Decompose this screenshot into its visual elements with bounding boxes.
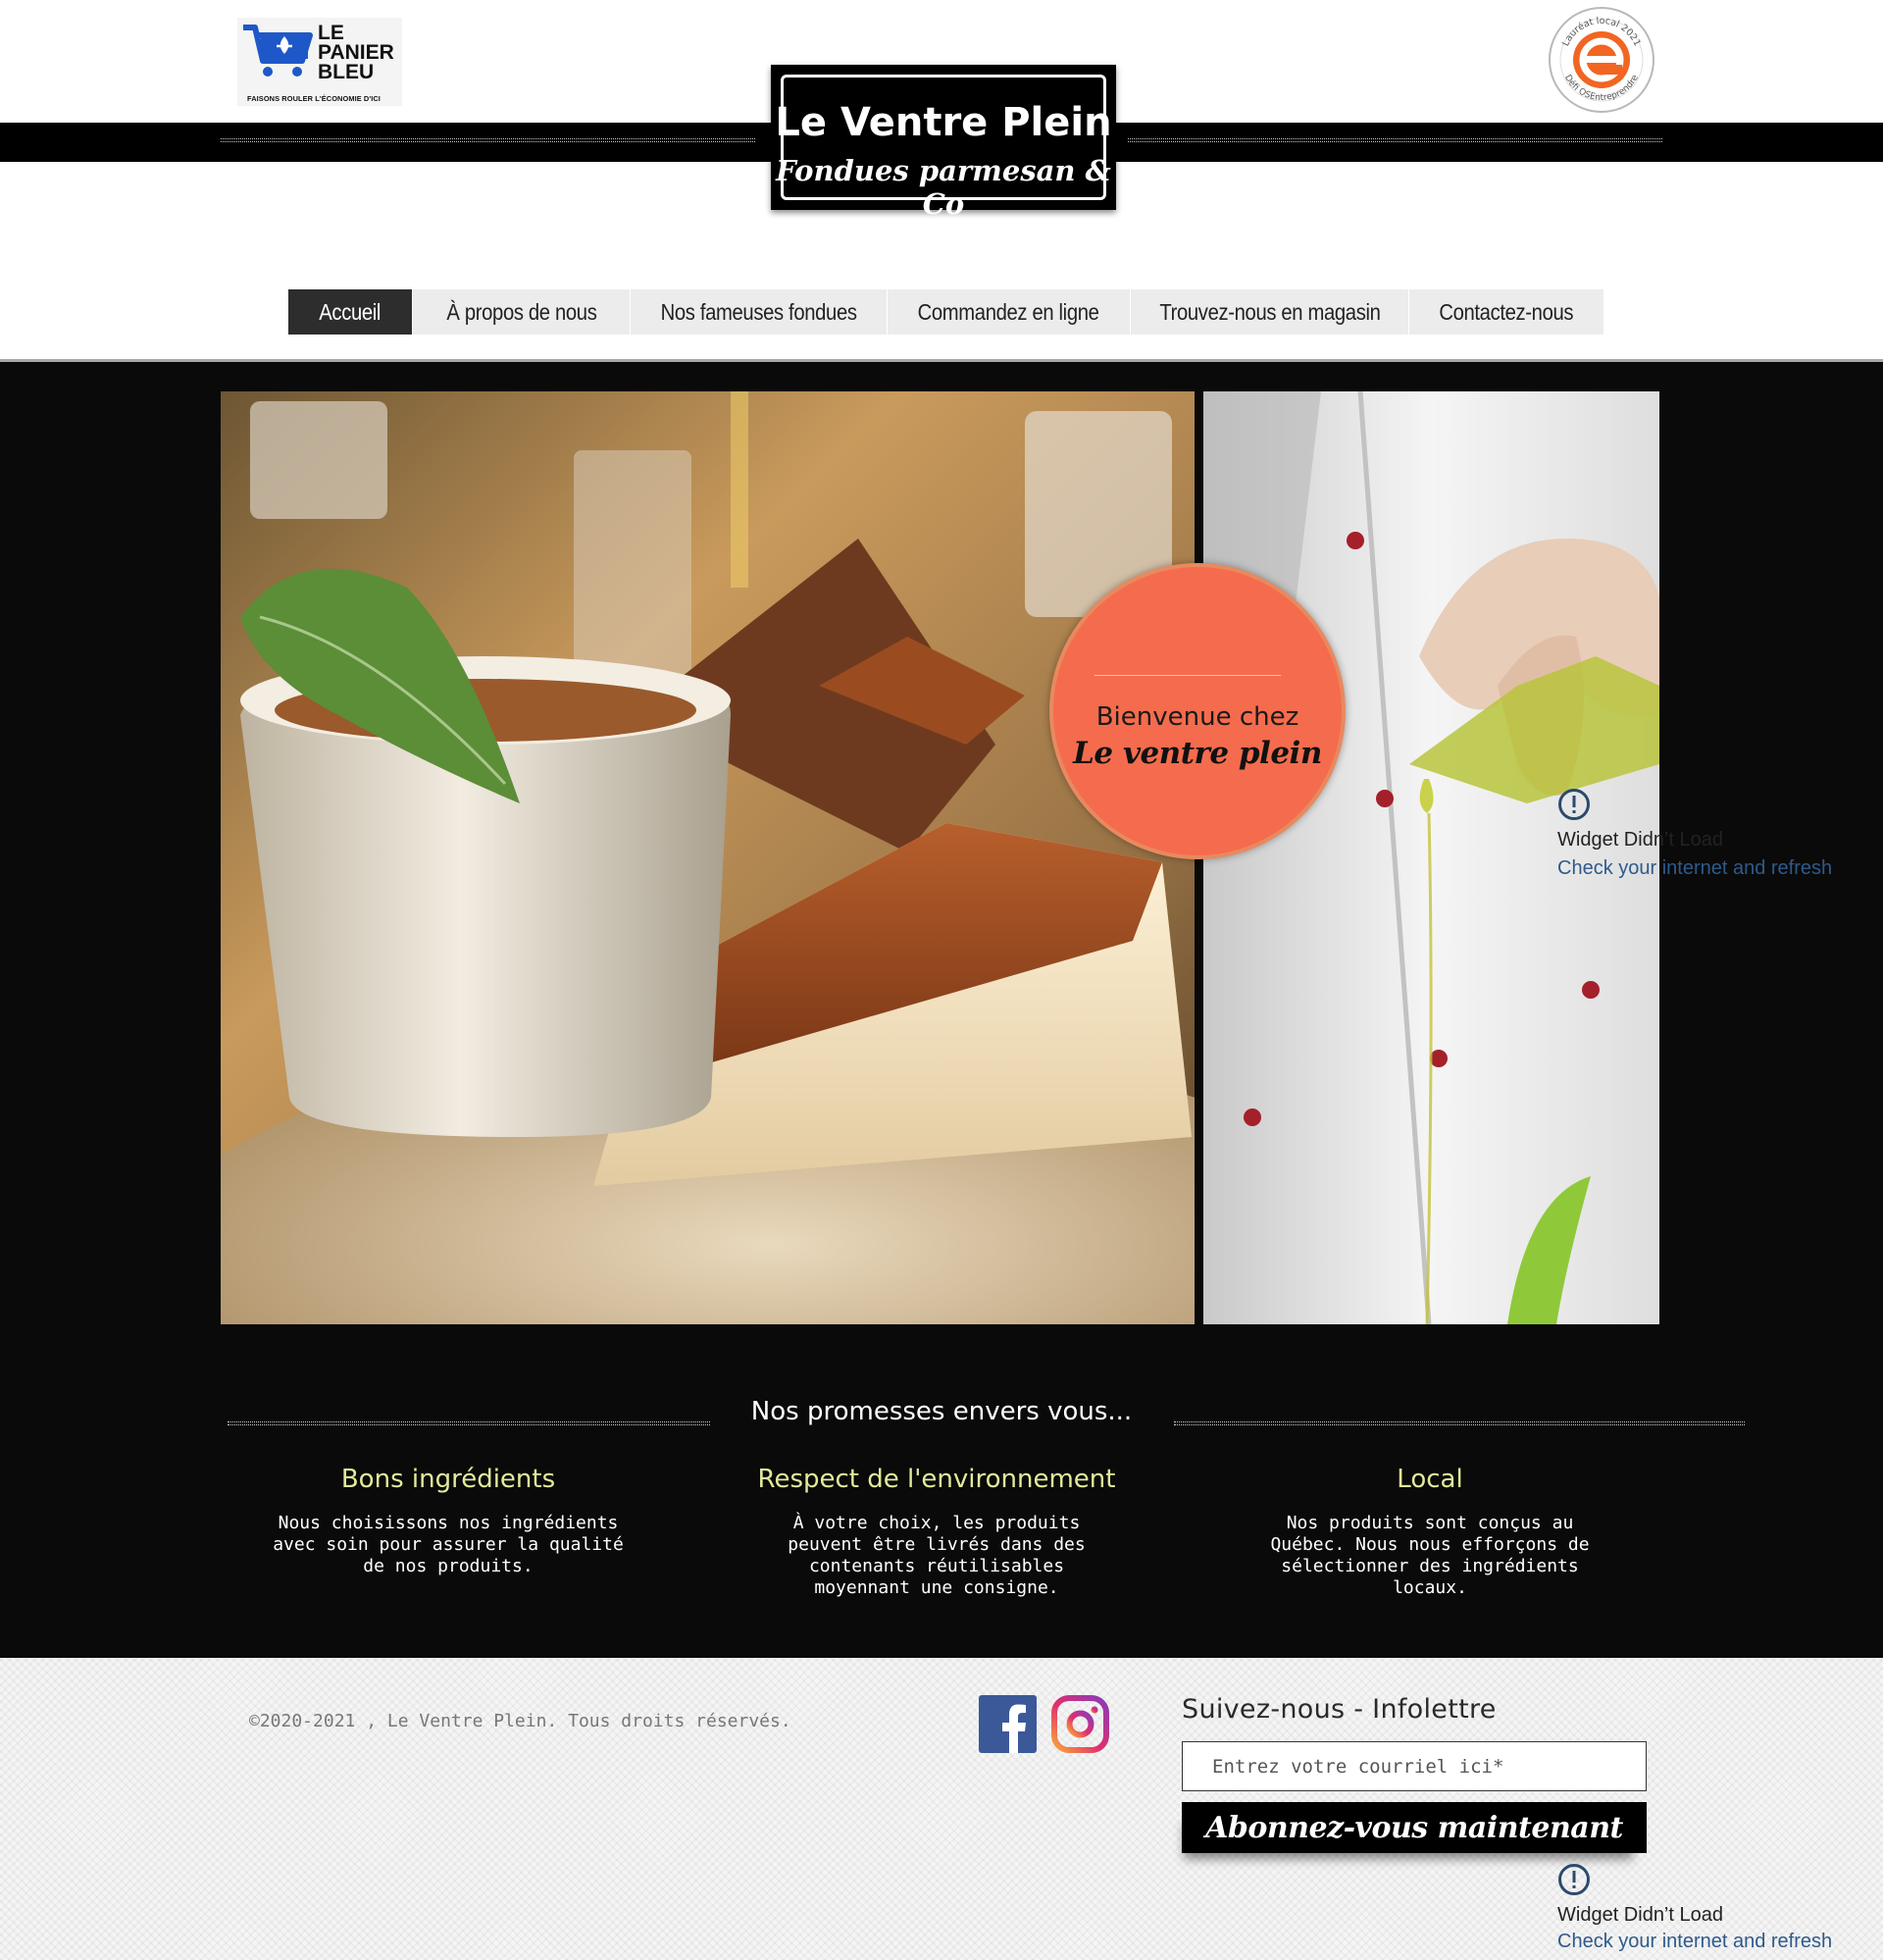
nav-item-trouvez-nous[interactable]: Trouvez-nous en magasin [1131,289,1409,335]
panier-logo-line1: LE [318,22,344,44]
widget-error-footer: Widget Didn’t Load Check your internet a… [1557,1863,1852,1959]
logo-subtitle: Fondues parmesan & Co [776,154,1111,221]
promise-text-local: Nos produits sont conçus au Québec. Nous… [1270,1513,1590,1598]
welcome-circle: Bienvenue chez Le ventre plein [1049,563,1346,859]
widget-error-hero: Widget Didn’t Load Check your internet a… [1557,788,1852,896]
newsletter-email-input[interactable] [1182,1741,1647,1791]
newsletter-title: Suivez-nous - Infolettre [1182,1694,1497,1725]
fondue-food-photo [221,391,1195,1324]
promises-title: Nos promesses envers vous... [750,1397,1133,1426]
logo-title: Le Ventre Plein [775,100,1112,145]
welcome-text: Bienvenue chez [1095,702,1299,732]
promise-title-local: Local [1397,1465,1463,1494]
site-logo[interactable]: Le Ventre Plein Fondues parmesan & Co [771,65,1116,221]
facebook-icon[interactable] [979,1695,1037,1753]
panier-logo-line3: BLEU [318,61,375,83]
nav-item-contactez-nous[interactable]: Contactez-nous [1409,289,1603,335]
nav-item-accueil[interactable]: Accueil [288,289,413,335]
decorative-chain-right [1128,138,1662,142]
widget-refresh-link[interactable]: Check your internet and refresh [1557,857,1832,880]
promise-text-environnement: À votre choix, les produits peuvent être… [788,1513,1086,1598]
subscribe-button[interactable]: Abonnez-vous maintenant [1182,1802,1647,1853]
nav-item-fondues[interactable]: Nos fameuses fondues [631,289,888,335]
osentreprendre-badge[interactable]: Lauréat local 2021 Défi OSEntreprendre [1548,6,1655,114]
copyright-text: ©2020-2021 , Le Ventre Plein. Tous droit… [249,1711,791,1731]
widget-refresh-link[interactable]: Check your internet and refresh [1557,1931,1832,1953]
promise-title-environnement: Respect de l'environnement [757,1465,1116,1494]
main-nav: Accueil À propos de nous Nos fameuses fo… [288,289,1603,335]
panier-logo-tagline: FAISONS ROULER L'ÉCONOMIE D'ICI [247,94,381,103]
widget-error-title: Widget Didn’t Load [1557,1904,1723,1926]
welcome-divider [1094,675,1281,676]
widget-error-title: Widget Didn’t Load [1557,829,1723,851]
alert-icon [1558,1864,1590,1895]
promise-title-ingredients: Bons ingrédients [340,1465,556,1494]
nav-item-commandez[interactable]: Commandez en ligne [888,289,1131,335]
promise-text-ingredients: Nous choisissons nos ingrédients avec so… [273,1513,624,1576]
decorative-chain-left [221,138,755,142]
welcome-restaurant-name: Le ventre plein [1073,736,1322,771]
alert-icon [1558,789,1590,820]
panier-logo-line2: PANIER [318,41,394,64]
instagram-icon[interactable] [1051,1695,1109,1753]
nav-item-a-propos[interactable]: À propos de nous [413,289,631,335]
shopping-cart-icon [243,25,313,77]
panier-bleu-logo[interactable]: LE PANIER BLEU FAISONS ROULER L'ÉCONOMIE… [237,18,402,106]
